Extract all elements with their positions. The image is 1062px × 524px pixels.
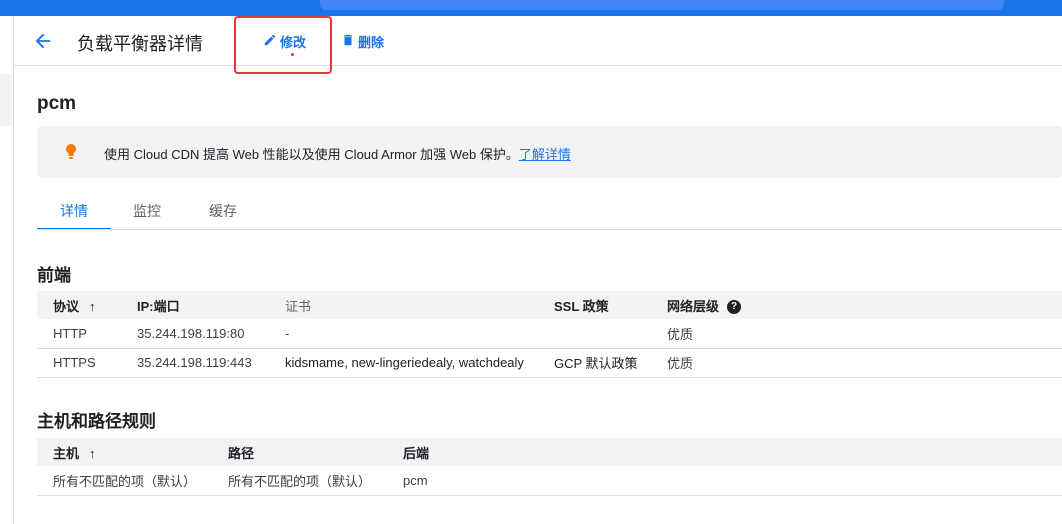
col-path: 路径: [212, 438, 387, 466]
frontend-table: 协议 ↑ IP:端口 证书 SSL 政策 网络层级? HTTP 35.244.19…: [37, 291, 1062, 378]
col-certificate: 证书: [269, 291, 538, 319]
table-row: HTTP 35.244.198.119:80 - 优质: [37, 319, 1062, 349]
table-row: HTTPS 35.244.198.119:443 kidsmame, new-l…: [37, 348, 1062, 378]
edit-label: 修改: [280, 34, 307, 50]
page-header: 负载平衡器详情 修改 删除: [14, 16, 1062, 74]
frontend-title: 前端: [37, 266, 71, 285]
table-header-row: 主机 ↑ 路径 后端: [37, 438, 1062, 466]
delete-label: 删除: [358, 34, 385, 50]
cell-ip-port: 35.244.198.119:443: [121, 348, 269, 378]
host-rules-title: 主机和路径规则: [37, 412, 156, 431]
col-ssl-policy: SSL 政策: [538, 291, 651, 319]
tab-monitoring[interactable]: 监控: [117, 192, 177, 230]
top-app-bar: [0, 0, 1062, 16]
lightbulb-icon: [65, 143, 77, 161]
host-rules-table: 主机 ↑ 路径 后端 所有不匹配的项（默认） 所有不匹配的项（默认） pcm: [37, 438, 1062, 496]
page-title: 负载平衡器详情: [77, 34, 203, 54]
cell-protocol: HTTPS: [37, 348, 121, 378]
col-host-label: 主机: [53, 445, 80, 461]
col-network-tier-label: 网络层级: [667, 298, 720, 314]
tab-cache[interactable]: 缓存: [193, 192, 253, 230]
cell-protocol: HTTP: [37, 319, 121, 349]
banner-text: 使用 Cloud CDN 提高 Web 性能以及使用 Cloud Armor 加…: [104, 147, 519, 162]
arrow-up-icon: ↑: [89, 298, 96, 314]
cell-ip-port: 35.244.198.119:80: [121, 319, 269, 349]
pencil-icon: [263, 33, 277, 50]
col-backend: 后端: [387, 438, 1062, 466]
learn-more-link[interactable]: 了解详情: [519, 147, 571, 162]
cell-network-tier: 优质: [651, 319, 1062, 349]
left-nav-rail: [0, 16, 14, 524]
col-ip-port: IP:端口: [121, 291, 269, 319]
table-header-row: 协议 ↑ IP:端口 证书 SSL 政策 网络层级?: [37, 291, 1062, 319]
cell-certificate: kidsmame, new-lingeriedealy, watchdealy: [269, 348, 538, 378]
col-network-tier: 网络层级?: [651, 291, 1062, 319]
info-banner: 使用 Cloud CDN 提高 Web 性能以及使用 Cloud Armor 加…: [37, 126, 1062, 178]
cell-ssl-policy: GCP 默认政策: [538, 348, 651, 378]
trash-icon: [341, 33, 355, 50]
help-circle-icon[interactable]: ?: [727, 300, 742, 315]
tab-bar: 详情 监控 缓存: [37, 192, 1062, 230]
load-balancer-name: pcm: [37, 93, 77, 114]
cell-backend: pcm: [387, 466, 1062, 496]
col-host[interactable]: 主机 ↑: [37, 438, 212, 466]
cell-network-tier: 优质: [651, 348, 1062, 378]
col-protocol-label: 协议: [53, 298, 80, 314]
cell-path: 所有不匹配的项（默认）: [212, 466, 387, 496]
tab-divider: [37, 229, 1062, 230]
table-row: 所有不匹配的项（默认） 所有不匹配的项（默认） pcm: [37, 466, 1062, 496]
edit-button[interactable]: 修改: [263, 32, 306, 50]
cell-host: 所有不匹配的项（默认）: [37, 466, 212, 496]
cursor-dot: [291, 53, 294, 56]
cell-certificate: -: [269, 319, 538, 349]
delete-button[interactable]: 删除: [341, 32, 384, 50]
left-nav-selected-item[interactable]: [0, 74, 13, 126]
col-protocol[interactable]: 协议 ↑: [37, 291, 121, 319]
search-bar[interactable]: [320, 0, 1004, 10]
banner-message: 使用 Cloud CDN 提高 Web 性能以及使用 Cloud Armor 加…: [104, 144, 571, 163]
tab-details[interactable]: 详情: [37, 192, 111, 230]
arrow-up-icon: ↑: [89, 445, 96, 461]
back-arrow-icon[interactable]: [32, 30, 54, 52]
cell-ssl-policy: [538, 319, 651, 349]
